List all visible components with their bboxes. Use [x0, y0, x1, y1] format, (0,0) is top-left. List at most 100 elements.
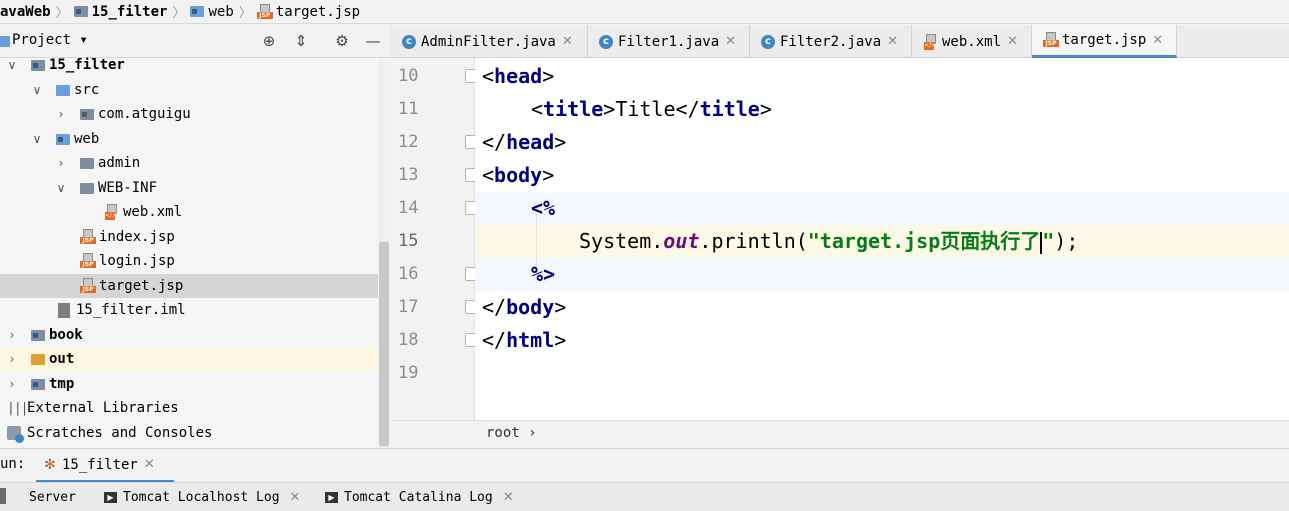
- tree-node-admin[interactable]: › admin: [0, 151, 378, 175]
- line-number: 15: [398, 231, 419, 251]
- folder-icon: [80, 182, 94, 194]
- tree-node-label: com.atguigu: [98, 106, 191, 122]
- breadcrumb-module-label: 15_filter: [91, 3, 168, 20]
- tab-label: Tomcat Catalina Log: [344, 490, 493, 505]
- project-scrollbar[interactable]: [378, 58, 390, 448]
- editor-breadcrumb-root[interactable]: root ›: [486, 425, 537, 441]
- scratches-icon: [7, 426, 24, 443]
- project-view-selector[interactable]: Project ▾: [12, 32, 88, 48]
- close-icon[interactable]: ✕: [562, 34, 573, 49]
- tree-node-label: web: [74, 131, 100, 147]
- chevron-right-icon[interactable]: ›: [5, 328, 19, 342]
- tree-node-com-atguigu[interactable]: › com.atguigu: [0, 102, 378, 126]
- tree-node-label: External Libraries: [27, 400, 179, 416]
- chevron-right-icon[interactable]: ›: [5, 352, 19, 366]
- breadcrumb-web[interactable]: web: [190, 0, 234, 24]
- tree-node-tmp[interactable]: › tmp: [0, 372, 378, 396]
- breadcrumb-file[interactable]: JSP target.jsp: [256, 0, 361, 24]
- breadcrumb-project[interactable]: avaWeb: [0, 0, 51, 24]
- breadcrumb-separator-icon: 〉: [55, 6, 69, 21]
- tree-node-src[interactable]: ∨ src: [0, 78, 378, 102]
- tab-tomcat-catalina-log[interactable]: ▶ Tomcat Catalina Log ✕: [325, 490, 514, 505]
- editor-gutter: 10 11 12 13 14 15 16 17 18 19: [391, 58, 477, 420]
- close-icon[interactable]: ✕: [290, 490, 301, 505]
- module-file-icon: [58, 302, 70, 318]
- navigation-breadcrumb: avaWeb 〉 15_filter 〉 web 〉 JSP target.jsp: [0, 0, 1289, 24]
- line-number: 14: [398, 198, 419, 218]
- rerun-icon[interactable]: [0, 488, 6, 504]
- jsp-file-icon: JSP: [80, 253, 96, 269]
- jsp-file-icon: JSP: [80, 229, 96, 245]
- tree-node-index-jsp[interactable]: JSP index.jsp: [0, 225, 378, 249]
- module-folder-icon: [73, 6, 88, 17]
- chevron-right-icon[interactable]: ›: [5, 377, 19, 391]
- tab-label: Filter1.java: [618, 33, 720, 50]
- tree-node-label: src: [74, 82, 100, 98]
- close-icon[interactable]: ✕: [144, 457, 155, 472]
- xml-file-icon: </>: [104, 204, 120, 220]
- breadcrumb-separator-icon: 〉: [238, 6, 252, 21]
- project-tree: ∨ 15_filter ∨ src › com.atguigu ∨ web › …: [0, 57, 390, 448]
- hide-panel-icon[interactable]: —: [364, 32, 382, 50]
- scrollbar-thumb[interactable]: [379, 242, 389, 446]
- close-icon[interactable]: ✕: [1152, 33, 1163, 48]
- folder-icon: [80, 157, 94, 169]
- code-line-16: %>: [531, 262, 556, 286]
- tab-filter1[interactable]: c Filter1.java ✕: [588, 25, 750, 58]
- code-line-10: <head>: [482, 64, 555, 88]
- code-editor[interactable]: <head> <title>Title</title> </head> <bod…: [475, 58, 1289, 420]
- close-icon[interactable]: ✕: [725, 34, 736, 49]
- breadcrumb-web-label: web: [208, 3, 234, 20]
- collapse-all-icon[interactable]: ⇕: [292, 32, 310, 50]
- tree-node-login-jsp[interactable]: JSP login.jsp: [0, 249, 378, 273]
- tab-label: Filter2.java: [780, 33, 882, 50]
- tab-label: Server: [29, 490, 76, 505]
- tree-node-external-libraries[interactable]: ||| External Libraries: [0, 396, 378, 420]
- tree-node-book[interactable]: › book: [0, 323, 378, 347]
- tree-node-label: 15_filter: [49, 57, 125, 73]
- close-icon[interactable]: ✕: [503, 490, 514, 505]
- chevron-down-icon[interactable]: ∨: [30, 83, 44, 97]
- locate-target-icon[interactable]: ⊕: [260, 32, 278, 50]
- tab-web-xml[interactable]: </> web.xml ✕: [912, 25, 1032, 58]
- chevron-down-icon[interactable]: ∨: [54, 181, 68, 195]
- tree-node-web-xml[interactable]: </> web.xml: [0, 200, 378, 224]
- tree-node-label: target.jsp: [99, 278, 184, 294]
- tree-node-target-jsp[interactable]: JSP target.jsp: [0, 274, 390, 298]
- tab-target-jsp[interactable]: JSP target.jsp ✕: [1032, 25, 1177, 58]
- tab-tomcat-localhost-log[interactable]: ▶ Tomcat Localhost Log ✕: [104, 490, 300, 505]
- run-config-tab[interactable]: ✻ 15_filter ✕: [36, 449, 174, 483]
- breadcrumb-file-label: target.jsp: [275, 3, 361, 20]
- tree-node-web-inf[interactable]: ∨ WEB-INF: [0, 176, 378, 200]
- chevron-down-icon[interactable]: ∨: [5, 58, 19, 72]
- breadcrumb-module[interactable]: 15_filter: [73, 0, 168, 24]
- run-label: un:: [0, 456, 26, 472]
- libraries-icon: |||: [7, 400, 28, 416]
- tree-node-label: WEB-INF: [98, 180, 158, 196]
- tab-label: web.xml: [942, 33, 1002, 50]
- web-folder-icon: [56, 133, 70, 145]
- chevron-down-icon[interactable]: ∨: [30, 132, 44, 146]
- run-config-label: 15_filter: [62, 456, 138, 473]
- tree-node-15-filter[interactable]: ∨ 15_filter: [0, 53, 378, 77]
- gear-icon[interactable]: ⚙: [333, 32, 351, 50]
- tree-node-label: out: [49, 351, 75, 367]
- java-class-icon: c: [402, 34, 416, 49]
- tree-node-out[interactable]: › out: [0, 347, 390, 371]
- line-number: 13: [398, 165, 419, 185]
- code-line-11: <title>Title</title>: [531, 97, 772, 121]
- tab-server[interactable]: Server: [29, 490, 76, 505]
- tree-node-scratches[interactable]: Scratches and Consoles: [0, 421, 378, 445]
- line-number: 10: [398, 66, 419, 86]
- close-icon[interactable]: ✕: [1007, 34, 1018, 49]
- tab-adminfilter[interactable]: c AdminFilter.java ✕: [391, 25, 588, 58]
- close-icon[interactable]: ✕: [887, 34, 898, 49]
- tab-filter2[interactable]: c Filter2.java ✕: [750, 25, 912, 58]
- chevron-right-icon[interactable]: ›: [54, 156, 68, 170]
- module-folder-icon: [31, 329, 45, 341]
- chevron-right-icon[interactable]: ›: [54, 107, 68, 121]
- tree-node-label: book: [49, 327, 83, 343]
- jsp-file-icon: JSP: [80, 278, 96, 294]
- tree-node-web[interactable]: ∨ web: [0, 127, 378, 151]
- tree-node-iml[interactable]: 15_filter.iml: [0, 298, 378, 322]
